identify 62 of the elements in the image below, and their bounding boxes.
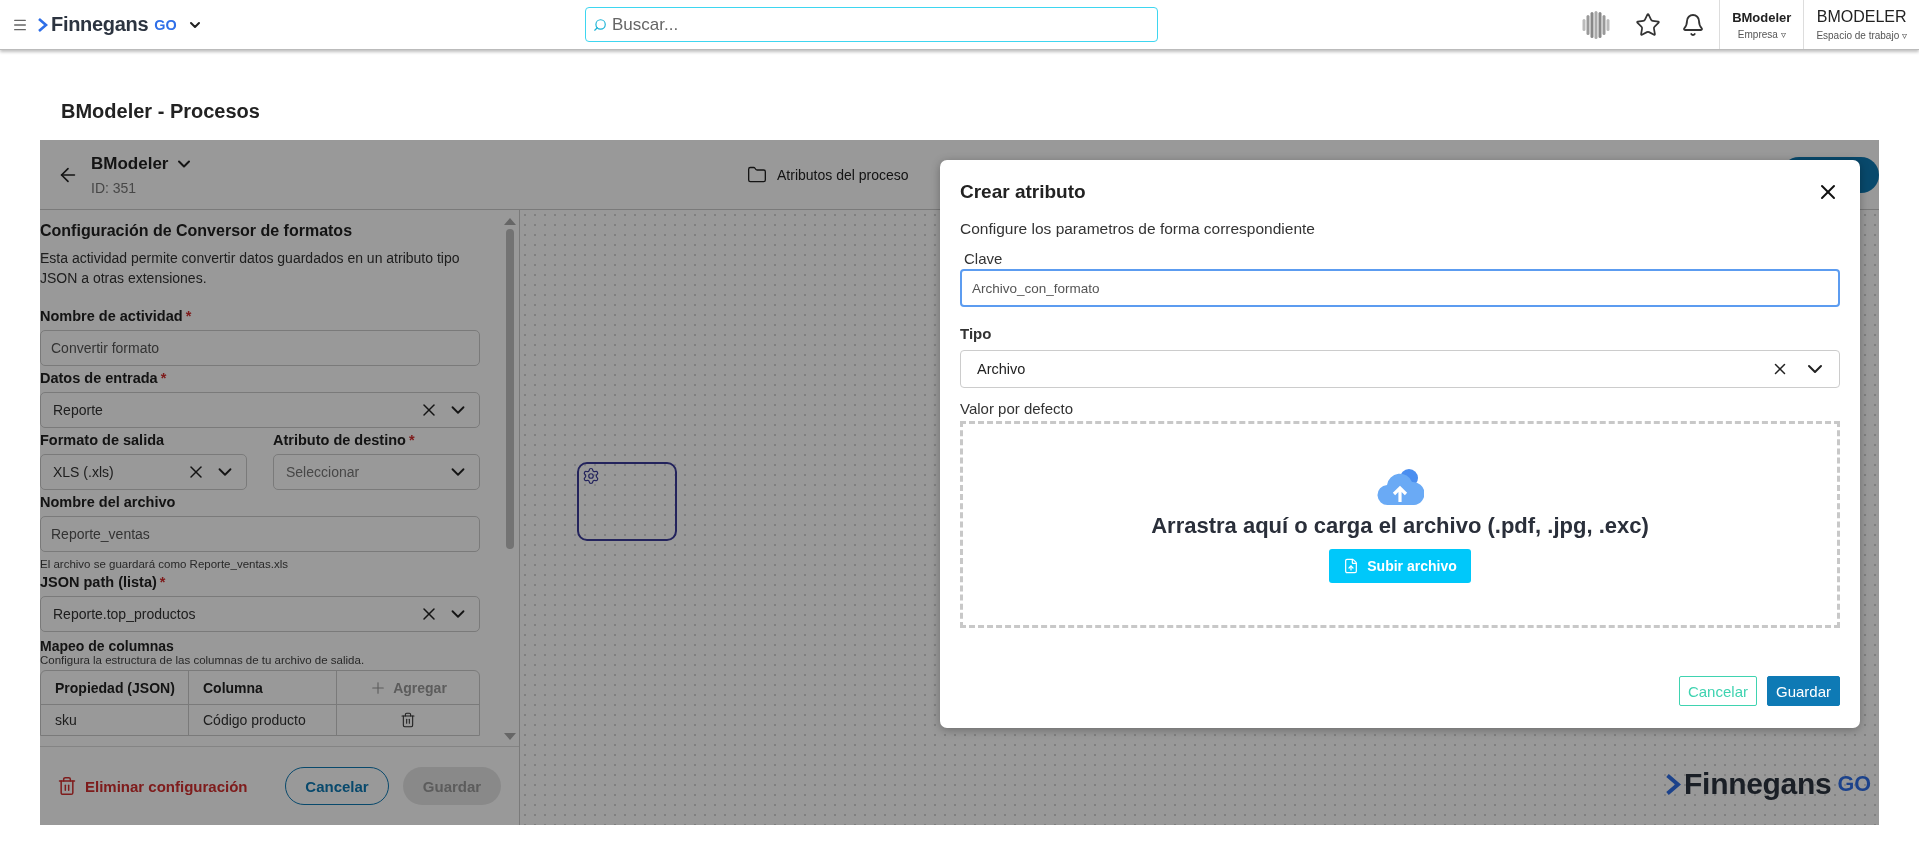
trash-icon — [57, 776, 77, 796]
field-label: Datos de entrada * — [40, 370, 168, 386]
field-label: JSON path (lista) * — [40, 574, 167, 590]
select-value: Reporte — [53, 402, 104, 418]
select-field[interactable]: Reporte — [40, 392, 480, 428]
mapping-description: Configura la estructura de las columnas de tu archivo de salida. — [40, 654, 366, 666]
type-select-field[interactable]: Archivo — [960, 350, 1840, 388]
attributes-button[interactable]: Atributos del proceso — [747, 164, 909, 185]
logo-name: Finnegans — [51, 13, 149, 36]
file-upload-icon — [1343, 557, 1360, 574]
logo-name: Finnegans — [1684, 767, 1832, 801]
cloud-upload-icon — [1376, 466, 1424, 507]
folder-icon — [747, 164, 767, 185]
trash-icon[interactable] — [400, 712, 416, 728]
dialog-subtitle: Configure los parametros de forma correspondiente — [960, 220, 1316, 238]
field-hint: El archivo se guardará como Reporte_ventas.xls — [40, 558, 289, 570]
cancel-button[interactable]: Cancelar — [285, 767, 389, 805]
table-cell: Código producto — [189, 705, 337, 735]
select-field[interactable]: XLS (.xls) — [40, 454, 247, 490]
field-label: Formato de salida — [40, 432, 166, 448]
column-header: Propiedad (JSON) — [41, 671, 189, 705]
select-value: Reporte.top_productos — [53, 606, 197, 622]
select-value: XLS (.xls) — [53, 464, 115, 480]
mapping-title: Mapeo de columnas — [40, 638, 175, 654]
gears-icon — [582, 467, 600, 485]
logo-suffix: GO — [1837, 771, 1871, 797]
config-description: Esta actividad permite convertir datos guardados en un atributo tipo JSON a otras extensiones. — [40, 249, 461, 288]
task-node[interactable] — [577, 462, 677, 541]
field-label: Nombre del archivo — [40, 494, 177, 510]
field-label: Tipo — [960, 325, 993, 342]
select-field[interactable]: Reporte.top_productos — [40, 596, 480, 632]
page-title: BModeler - Procesos — [61, 100, 261, 122]
search-field[interactable]: Buscar... — [585, 7, 1158, 42]
column-header: Columna — [189, 671, 337, 705]
logo-chevron-icon — [38, 17, 48, 32]
field-label: Clave — [964, 250, 1004, 267]
striped-sphere-icon[interactable] — [1581, 9, 1612, 40]
search-icon — [593, 18, 607, 32]
table-cell: sku — [41, 705, 189, 735]
star-icon[interactable] — [1635, 11, 1662, 38]
process-id: ID: 351 — [91, 179, 138, 196]
text-field[interactable]: Reporte_ventas — [40, 516, 480, 552]
process-name[interactable]: BModeler — [91, 153, 195, 174]
select-placeholder: Seleccionar — [286, 464, 361, 480]
file-drop-zone[interactable]: Arrastra aquí o carga el archivo (.pdf, .jpg, .exc) Subir archivo — [960, 421, 1840, 628]
dialog-title: Crear atributo — [960, 181, 1086, 203]
text-field[interactable]: Convertir formato — [40, 330, 480, 366]
config-title: Configuración de Conversor de formatos — [40, 222, 354, 240]
org-selector[interactable]: BModeler Empresa ▿ — [1719, 0, 1804, 49]
bell-icon[interactable] — [1681, 12, 1706, 37]
key-input-field[interactable]: Archivo_con_formato — [960, 269, 1840, 307]
field-label: Atributo de destino * — [273, 432, 416, 448]
drop-zone-text: Arrastra aquí o carga el archivo (.pdf, .jpg, .exc) — [1151, 512, 1649, 539]
logo-suffix: GO — [154, 16, 177, 33]
field-label: Nombre de actividad * — [40, 308, 193, 324]
logo-chevron-icon — [1666, 773, 1682, 795]
select-value: Archivo — [977, 361, 1027, 377]
save-button[interactable]: Guardar — [1766, 676, 1840, 706]
select-field[interactable]: Seleccionar — [273, 454, 480, 490]
org-selector[interactable]: BMODELER Espacio de trabajo ▿ — [1803, 0, 1919, 49]
delete-button[interactable]: Eliminar configuración — [57, 776, 248, 796]
field-label: Valor por defecto — [960, 400, 1075, 417]
